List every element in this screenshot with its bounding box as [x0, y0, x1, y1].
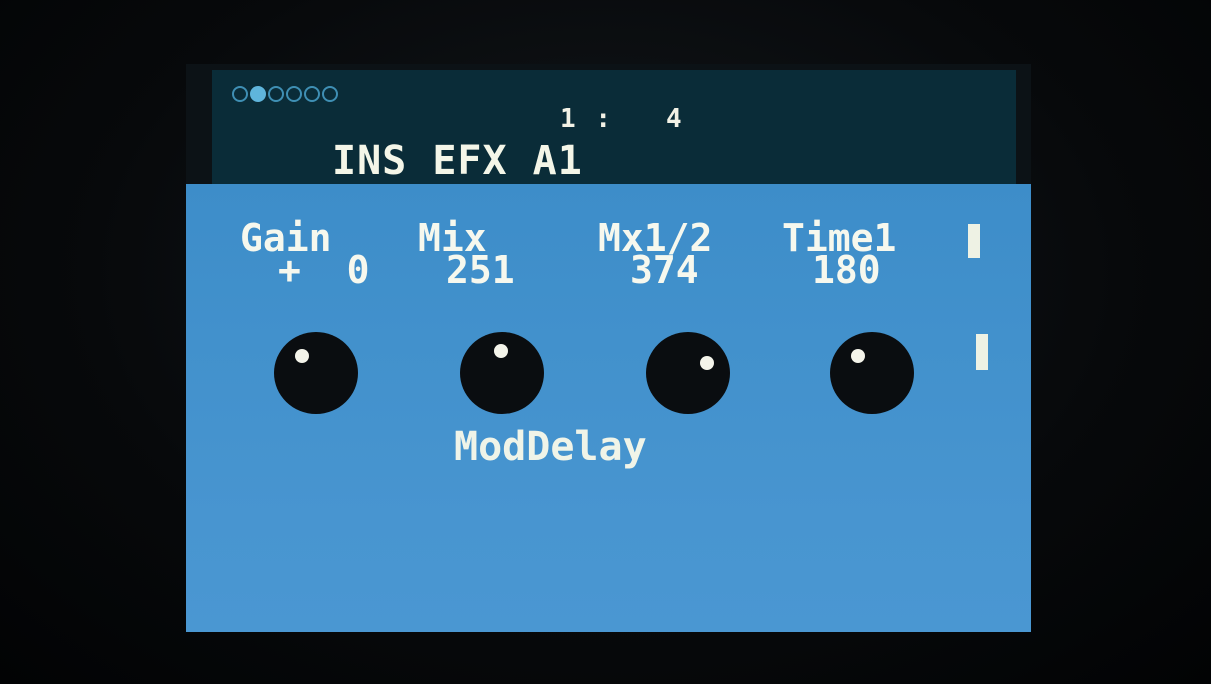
counter-left: 1 — [560, 104, 578, 134]
scrollbar-lower[interactable] — [976, 334, 988, 370]
lcd-screen: 1 : 4 INS EFX A1 Gain Mix Mx1/2 Time1 + … — [186, 64, 1031, 632]
page-dot — [322, 86, 338, 102]
param-value-gain: + 0 — [278, 248, 370, 292]
knob-indicator — [493, 344, 508, 359]
knob-gain[interactable] — [274, 332, 358, 414]
page-dot — [304, 86, 320, 102]
param-value-mx12: 374 — [630, 248, 699, 292]
page-title: INS EFX A1 — [332, 138, 583, 184]
page-dot — [268, 86, 284, 102]
knob-mix[interactable] — [460, 332, 544, 414]
param-value-mix: 251 — [446, 248, 515, 292]
counter: 1 : 4 — [560, 104, 684, 134]
device-bezel: 1 : 4 INS EFX A1 Gain Mix Mx1/2 Time1 + … — [0, 0, 1211, 684]
knob-indicator — [700, 355, 715, 370]
scrollbar-upper[interactable] — [968, 224, 980, 258]
param-value-time1: 180 — [812, 248, 881, 292]
knob-indicator — [850, 349, 865, 364]
parameter-area: Gain Mix Mx1/2 Time1 + 0 251 374 180 Mod… — [186, 184, 1031, 632]
page-dot-active — [250, 86, 266, 102]
counter-right: 4 — [665, 104, 684, 134]
page-dot — [232, 86, 248, 102]
effect-name: ModDelay — [454, 424, 647, 470]
page-dot — [286, 86, 302, 102]
counter-separator: : — [595, 104, 613, 134]
knob-mx12[interactable] — [646, 332, 730, 414]
header-bar: 1 : 4 INS EFX A1 — [212, 70, 1016, 192]
page-indicator — [232, 86, 338, 102]
knob-indicator — [294, 349, 309, 364]
knob-time1[interactable] — [830, 332, 914, 414]
